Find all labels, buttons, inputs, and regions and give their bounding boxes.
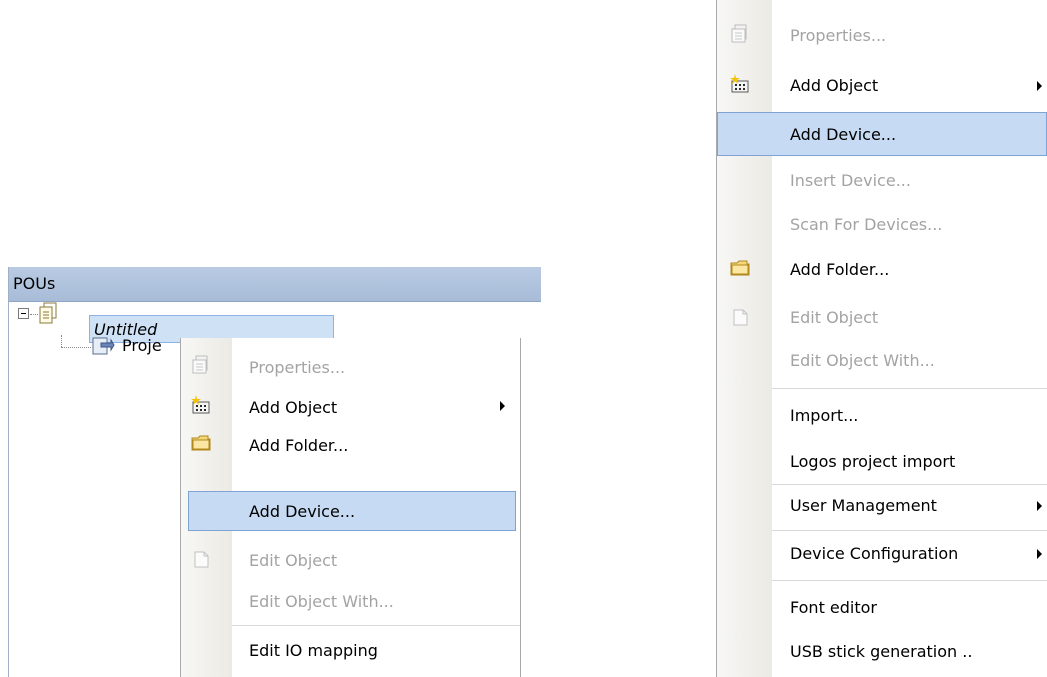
menu-separator — [772, 388, 1047, 389]
menu-item-add-object[interactable]: Add Object — [181, 388, 520, 424]
menu-item-add-device[interactable]: Add Device... — [188, 491, 516, 531]
properties-icon — [731, 24, 747, 43]
menu-item-label: Edit Object — [790, 308, 879, 327]
menu-item-label: USB stick generation .. — [790, 642, 973, 661]
menu-item-insert-device[interactable]: Insert Device... — [717, 163, 1047, 201]
menu-item-label: Font editor — [790, 598, 878, 617]
menu-item-label: User Management — [790, 496, 937, 515]
menu-item-scan-for-devices[interactable]: Scan For Devices... — [717, 207, 1047, 245]
menu-item-edit-object-with[interactable]: Edit Object With... — [717, 343, 1047, 381]
menu-item-label: Add Folder... — [790, 260, 890, 279]
menu-item-edit-object[interactable]: Edit Object — [717, 300, 1047, 338]
menu-item-import[interactable]: Import... — [717, 398, 1047, 436]
context-menu-right: Properties... Add Object Add Device... I… — [716, 0, 1047, 677]
menu-item-add-folder[interactable]: Add Folder... — [717, 252, 1047, 290]
add-object-icon — [730, 74, 749, 93]
menu-item-edit-object[interactable]: Edit Object — [181, 541, 520, 577]
folder-icon — [191, 435, 211, 451]
submenu-arrow-icon — [1037, 549, 1042, 559]
menu-item-label: Properties... — [790, 26, 887, 45]
submenu-arrow-icon — [500, 401, 505, 411]
menu-item-label: Device Configuration — [790, 544, 959, 563]
menu-item-add-folder[interactable]: Add Folder... — [181, 426, 520, 462]
menu-item-label: Add Object — [249, 398, 338, 417]
menu-item-properties[interactable]: Properties... — [717, 18, 1047, 56]
menu-item-edit-io-mapping[interactable]: Edit IO mapping — [181, 628, 520, 668]
properties-icon — [192, 355, 208, 374]
menu-separator — [772, 484, 1047, 485]
tree-node-project-label[interactable]: Proje — [122, 336, 162, 355]
submenu-arrow-icon — [1037, 81, 1042, 91]
project-settings-icon — [92, 337, 115, 355]
menu-item-label: Add Folder... — [249, 436, 349, 455]
menu-separator — [232, 625, 520, 626]
menu-item-label: Insert Device... — [790, 171, 911, 190]
pous-panel-header: POUs — [9, 267, 541, 302]
menu-item-label: Add Object — [790, 76, 879, 95]
menu-item-font-editor[interactable]: Font editor — [717, 590, 1047, 628]
menu-item-label: Edit IO mapping — [249, 641, 378, 660]
folder-icon — [730, 260, 750, 276]
tree-collapse-icon[interactable] — [18, 308, 29, 319]
menu-item-add-object[interactable]: Add Object — [717, 68, 1047, 106]
project-icon — [39, 302, 57, 324]
menu-item-usb-stick-generation[interactable]: USB stick generation .. — [717, 634, 1047, 672]
menu-item-label: Edit Object With... — [249, 592, 394, 611]
pous-panel-title: POUs — [13, 274, 56, 293]
menu-separator — [772, 530, 1047, 531]
menu-item-label: Logos project import — [790, 452, 956, 471]
menu-item-edit-object-with[interactable]: Edit Object With... — [181, 582, 520, 618]
add-object-icon — [191, 395, 210, 414]
menu-item-label: Edit Object With... — [790, 351, 935, 370]
menu-item-user-management[interactable]: User Management — [717, 488, 1047, 526]
context-menu-left: Properties... Add Object Add Folder... A… — [180, 338, 521, 677]
menu-item-label: Edit Object — [249, 551, 338, 570]
menu-item-label: Add Device... — [790, 125, 897, 144]
menu-item-label: Import... — [790, 406, 859, 425]
menu-item-device-configuration[interactable]: Device Configuration — [717, 536, 1047, 574]
edit-object-icon — [733, 309, 748, 326]
menu-item-label: Add Device... — [249, 502, 356, 521]
menu-item-logos-project-import[interactable]: Logos project import — [717, 444, 1047, 482]
menu-item-label: Properties... — [249, 358, 346, 377]
menu-item-add-device[interactable]: Add Device... — [717, 112, 1047, 156]
menu-item-label: Scan For Devices... — [790, 215, 943, 234]
menu-separator — [772, 580, 1047, 581]
edit-object-icon — [194, 551, 209, 568]
menu-item-properties[interactable]: Properties... — [181, 350, 520, 384]
submenu-arrow-icon — [1037, 501, 1042, 511]
